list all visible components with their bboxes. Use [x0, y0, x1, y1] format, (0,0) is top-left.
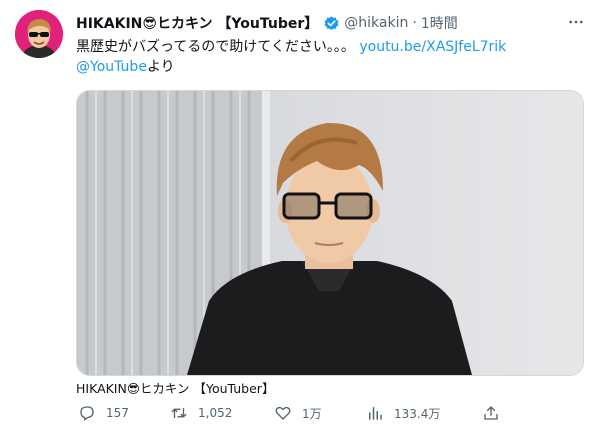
header-separator: ·: [412, 15, 417, 31]
like-button[interactable]: 1万: [274, 404, 322, 422]
views-button[interactable]: 133.4万: [366, 404, 440, 422]
author-name[interactable]: HIKAKIN😎ヒカキン 【YouTuber】: [76, 13, 318, 33]
video-link[interactable]: youtu.be/XASJfeL7rik: [359, 39, 506, 55]
tweet-text-main: 黒歴史がバズってるので助けてください。。。: [76, 39, 355, 55]
reply-icon: [80, 406, 94, 421]
verified-badge-icon: [323, 15, 340, 32]
more-icon[interactable]: [566, 12, 586, 32]
tweet-action-bar: 157 1,052 1万 133.4万: [76, 404, 582, 430]
retweet-button[interactable]: 1,052: [170, 404, 232, 422]
avatar[interactable]: [15, 10, 63, 58]
like-count: 1万: [302, 406, 322, 421]
youtube-mention[interactable]: @YouTube: [76, 59, 147, 75]
video-frame-image: [77, 91, 583, 375]
reply-button[interactable]: 157: [78, 404, 129, 422]
author-handle[interactable]: @hikakin: [344, 15, 408, 31]
retweet-count: 1,052: [198, 406, 233, 420]
tweet-header: HIKAKIN😎ヒカキン 【YouTuber】 @hikakin · 1時間: [76, 12, 558, 34]
views-count: 133.4万: [394, 406, 441, 421]
reply-count: 157: [106, 406, 129, 420]
retweet-icon: [171, 407, 187, 419]
video-thumbnail[interactable]: [76, 90, 584, 376]
views-icon: [369, 407, 382, 420]
like-icon: [275, 406, 291, 420]
media-caption: HIKAKIN😎ヒカキン 【YouTuber】: [76, 381, 275, 396]
tweet-timestamp[interactable]: 1時間: [421, 13, 458, 33]
avatar-image: [15, 10, 63, 58]
share-icon: [484, 406, 498, 420]
tweet-text-suffix: より: [146, 59, 175, 75]
tweet-text: 黒歴史がバズってるので助けてください。。。 youtu.be/XASJfeL7r…: [76, 37, 581, 77]
share-button[interactable]: [482, 404, 500, 422]
